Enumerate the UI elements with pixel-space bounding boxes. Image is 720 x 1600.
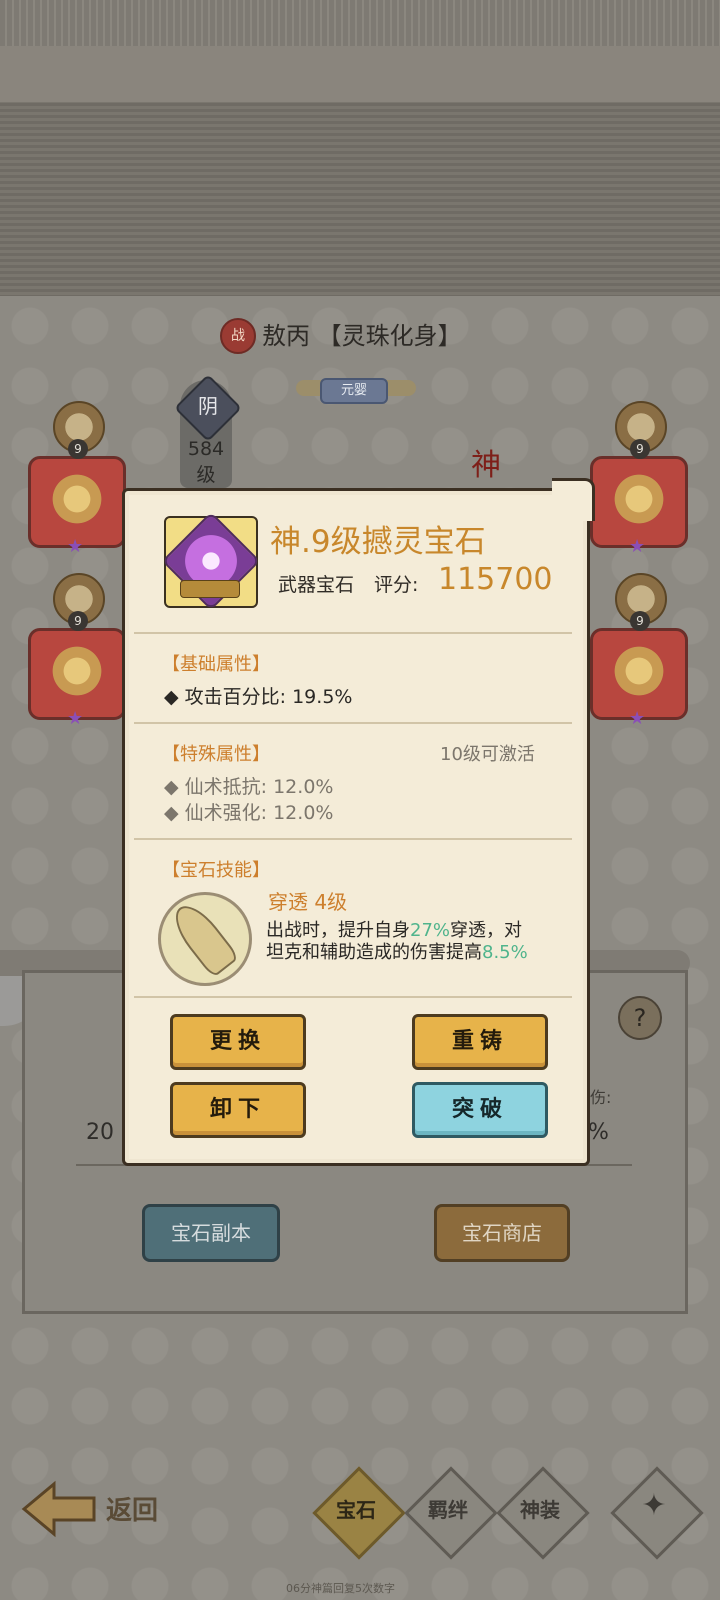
score-label: 评分: [374,574,419,596]
gem-title: 神.9级撼灵宝石 [270,524,486,560]
section-divider [134,996,572,998]
gem-skill-title: 【宝石技能】 [162,860,270,881]
scroll-curl [552,478,595,521]
stat-right-label: 伤: [590,1088,612,1107]
star-icon: ★ [67,536,84,557]
level-unit: 级 [196,464,216,486]
back-arrow-icon[interactable] [20,1478,98,1540]
top-beam [0,46,720,104]
equip-slot-armor[interactable]: 9 ★ [590,401,688,557]
help-button[interactable]: ? [618,996,662,1040]
stat-left-value: 20 [86,1120,114,1145]
boots-icon [607,641,671,701]
blind-texture [0,102,720,298]
tab-gem[interactable]: 宝石 [312,1466,406,1560]
tab-label: 羁绊 [428,1498,468,1522]
realm-label: 元婴 [320,378,388,404]
basic-attr-row: ◆ 攻击百分比: 19.5% [164,682,352,709]
special-attr-row: ◆ 仙术抵抗: 12.0% [164,772,333,799]
replace-button[interactable]: 更换 [170,1014,306,1070]
recast-button[interactable]: 重铸 [412,1014,548,1070]
shuriken-icon: ✦ [641,1488,667,1523]
unload-button[interactable]: 卸下 [170,1082,306,1138]
tab-label: 宝石 [336,1498,376,1522]
basic-attr-text: 攻击百分比: 19.5% [184,686,353,708]
war-badge-icon: 战 [220,318,256,354]
diamond-bullet-icon: ◆ [164,802,185,824]
gem-dungeon-button[interactable]: 宝石副本 [142,1204,280,1262]
weapon-icon [45,469,109,529]
special-attr-text: 仙术抵抗: 12.0% [184,776,334,798]
slot-level: 9 [68,611,88,631]
diamond-bullet-icon: ◆ [164,776,185,798]
special-attr-title: 【特殊属性】 [162,744,270,765]
gem-base-icon [180,580,240,598]
diamond-bullet-icon: ◆ [164,686,185,708]
star-icon: ★ [67,708,84,729]
hero-name: 敖丙 【灵珠化身】 [262,322,462,350]
star-icon: ★ [629,536,646,557]
section-divider [134,838,572,840]
skill-description-line-2: 坦克和辅助造成的伤害提高8.5% [266,942,528,963]
yin-label: 阴 [198,394,218,418]
score-value: 115700 [438,562,553,597]
star-icon: ★ [629,708,646,729]
tab-label: 神装 [520,1498,560,1522]
slot-level: 9 [630,611,650,631]
gem-type: 武器宝石 [278,574,355,596]
equip-slot-weapon[interactable]: 9 ★ [28,401,126,557]
breakthrough-button[interactable]: 突破 [412,1082,548,1138]
gem-shop-button[interactable]: 宝石商店 [434,1204,570,1262]
god-badge: 神 [471,448,501,483]
slot-level: 9 [68,439,88,459]
basic-attr-title: 【基础属性】 [162,654,270,675]
skill-name: 穿透 4级 [268,890,348,914]
tab-bond[interactable]: 羁绊 [404,1466,498,1560]
slot-level: 9 [630,439,650,459]
tab-divine-gear[interactable]: 神装 [496,1466,590,1560]
back-label[interactable]: 返回 [106,1490,158,1527]
special-attr-row: ◆ 仙术强化: 12.0% [164,798,333,825]
footer-note: 06分神篇回复5次数字 [286,1582,395,1595]
special-attr-text: 仙术强化: 12.0% [184,802,334,824]
activate-note: 10级可激活 [440,744,535,765]
equip-slot-boots[interactable]: 9 ★ [590,573,688,729]
section-divider [134,722,572,724]
equip-slot-helmet[interactable]: 9 ★ [28,573,126,729]
armor-icon [607,469,671,529]
tab-more[interactable]: ✦ [610,1466,704,1560]
helmet-icon [45,641,109,701]
section-divider [134,632,572,634]
level-number: 584 [187,438,225,460]
stat-right-value: % [588,1120,609,1145]
